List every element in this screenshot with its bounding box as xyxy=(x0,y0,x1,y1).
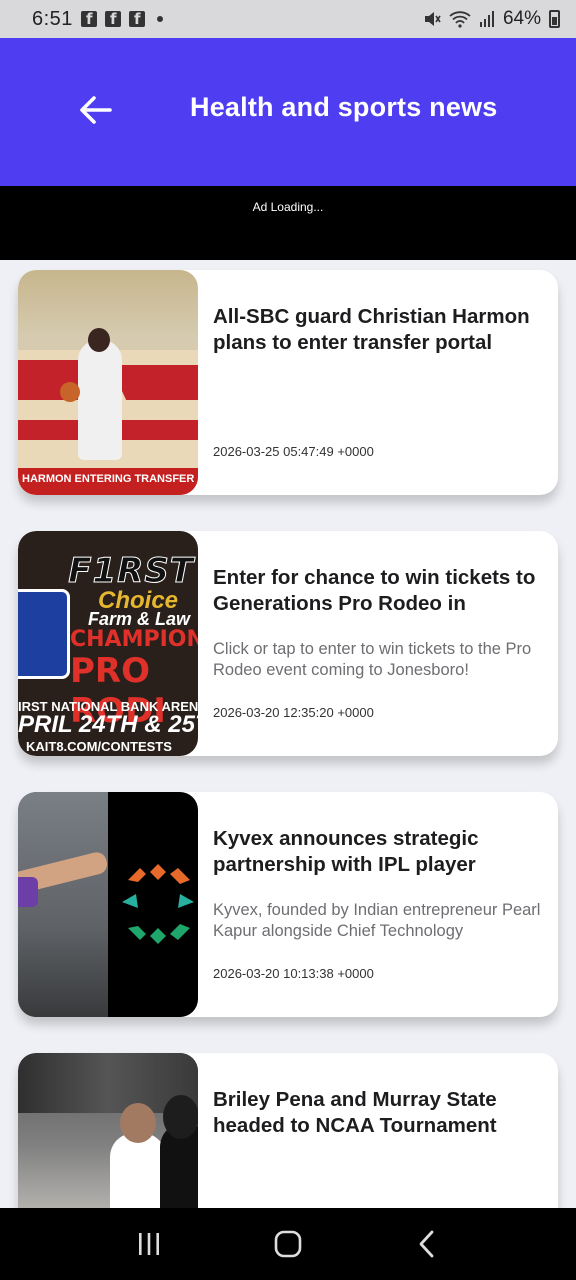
news-title: Briley Pena and Murray State headed to N… xyxy=(213,1088,497,1137)
home-icon xyxy=(274,1230,302,1258)
news-card[interactable]: Kyvex announces strategic partnership wi… xyxy=(18,792,558,1017)
rodeo-badge-image xyxy=(18,589,70,679)
app-bar: Health and sports news xyxy=(0,38,576,186)
news-description: Kyvex, founded by Indian entrepreneur Pe… xyxy=(213,901,541,940)
news-thumbnail: HARMON ENTERING TRANSFER PO xyxy=(18,270,198,495)
chevron-left-icon xyxy=(419,1230,434,1258)
mute-icon xyxy=(424,12,441,26)
news-title: All-SBC guard Christian Harmon plans to … xyxy=(213,305,530,354)
news-card[interactable]: F1RST Choice Farm & Law CHAMPIONSH PRO R… xyxy=(18,531,558,756)
facebook-notification-icon xyxy=(80,10,97,28)
thumbnail-caption: HARMON ENTERING TRANSFER PO xyxy=(18,468,198,495)
recent-apps-button[interactable] xyxy=(129,1224,169,1264)
poster-text: KAIT8.COM/CONTESTS xyxy=(26,739,172,754)
page-title: Health and sports news xyxy=(190,92,498,122)
system-nav-bar xyxy=(0,1208,576,1280)
kyvex-logo-icon xyxy=(122,864,194,944)
news-thumbnail xyxy=(18,792,198,1017)
recent-apps-icon xyxy=(139,1233,160,1255)
facebook-notification-icon xyxy=(104,10,121,28)
news-description: Click or tap to enter to win tickets to … xyxy=(213,640,532,679)
status-bar: 6:51 64% xyxy=(0,0,576,38)
news-card[interactable]: HARMON ENTERING TRANSFER PO All-SBC guar… xyxy=(18,270,558,495)
back-button[interactable] xyxy=(76,90,116,130)
wifi-icon xyxy=(449,11,471,28)
system-back-button[interactable] xyxy=(407,1224,447,1264)
battery-icon xyxy=(549,10,560,28)
poster-text: PRIL 24TH & 25T xyxy=(18,711,198,738)
news-thumbnail: F1RST Choice Farm & Law CHAMPIONSH PRO R… xyxy=(18,531,198,756)
news-date: 2026-03-25 05:47:49 +0000 xyxy=(213,444,374,459)
news-date: 2026-03-20 12:35:20 +0000 xyxy=(213,705,374,720)
battery-percent: 64% xyxy=(502,8,541,29)
poster-text: CHAMPIONSH xyxy=(70,627,198,652)
ad-loading-text: Ad Loading... xyxy=(252,200,324,214)
ad-banner[interactable]: Ad Loading... xyxy=(0,186,576,260)
home-button[interactable] xyxy=(268,1224,308,1264)
facebook-notification-icon xyxy=(128,10,145,28)
status-time: 6:51 xyxy=(32,7,73,30)
status-icons: 64% xyxy=(423,8,560,30)
news-title: Kyvex announces strategic partnership wi… xyxy=(213,827,479,876)
news-date: 2026-03-20 10:13:38 +0000 xyxy=(213,966,374,981)
more-notifications-icon xyxy=(156,16,163,22)
signal-icon xyxy=(479,11,494,27)
news-title: Enter for chance to win tickets to Gener… xyxy=(213,566,536,615)
arrow-left-icon xyxy=(80,96,112,124)
